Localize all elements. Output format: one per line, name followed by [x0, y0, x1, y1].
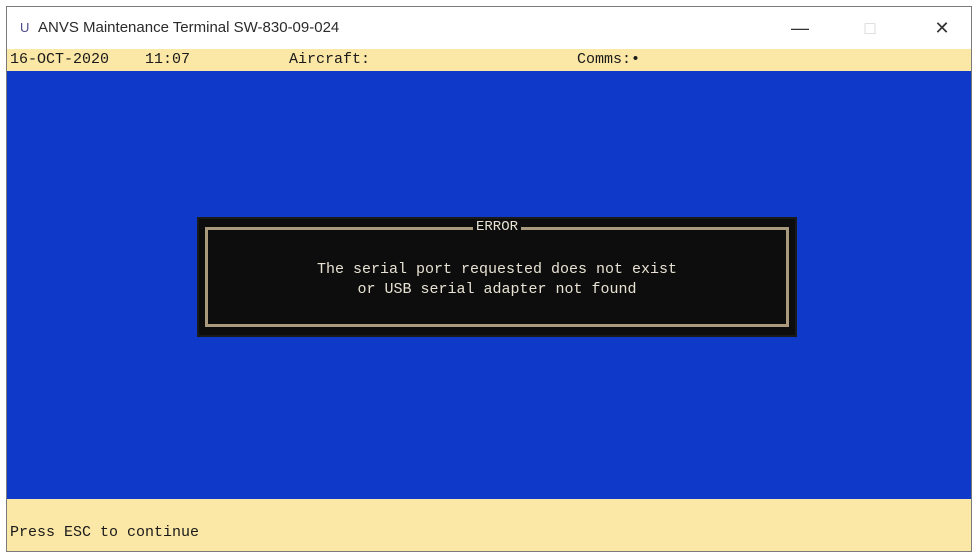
error-message-line-1: The serial port requested does not exist [316, 261, 678, 278]
status-bar: 16-OCT-2020 11:07 Aircraft: Comms:• [7, 49, 971, 71]
error-dialog: ERROR The serial port requested does not… [197, 217, 797, 337]
status-aircraft-label: Aircraft: [289, 51, 371, 68]
error-dialog-title: ERROR [199, 219, 795, 235]
maximize-button[interactable]: □ [847, 7, 893, 49]
status-comms-label: Comms:• [577, 51, 641, 68]
app-window: U ANVS Maintenance Terminal SW-830-09-02… [6, 6, 972, 552]
title-bar[interactable]: U ANVS Maintenance Terminal SW-830-09-02… [7, 7, 971, 49]
status-date: 16-OCT-2020 [10, 51, 110, 68]
terminal-app-icon: U [20, 20, 30, 35]
status-time: 11:07 [145, 51, 191, 68]
window-title: ANVS Maintenance Terminal SW-830-09-024 [38, 19, 340, 36]
continue-prompt: Press ESC to continue [10, 524, 200, 541]
prompt-bar: Press ESC to continue [7, 499, 971, 551]
close-button[interactable]: ✕ [919, 7, 965, 49]
terminal-screen: ERROR The serial port requested does not… [7, 71, 971, 499]
error-title-text: ERROR [472, 219, 521, 235]
error-message-line-2: or USB serial adapter not found [357, 281, 637, 298]
minimize-button[interactable]: — [777, 7, 823, 49]
